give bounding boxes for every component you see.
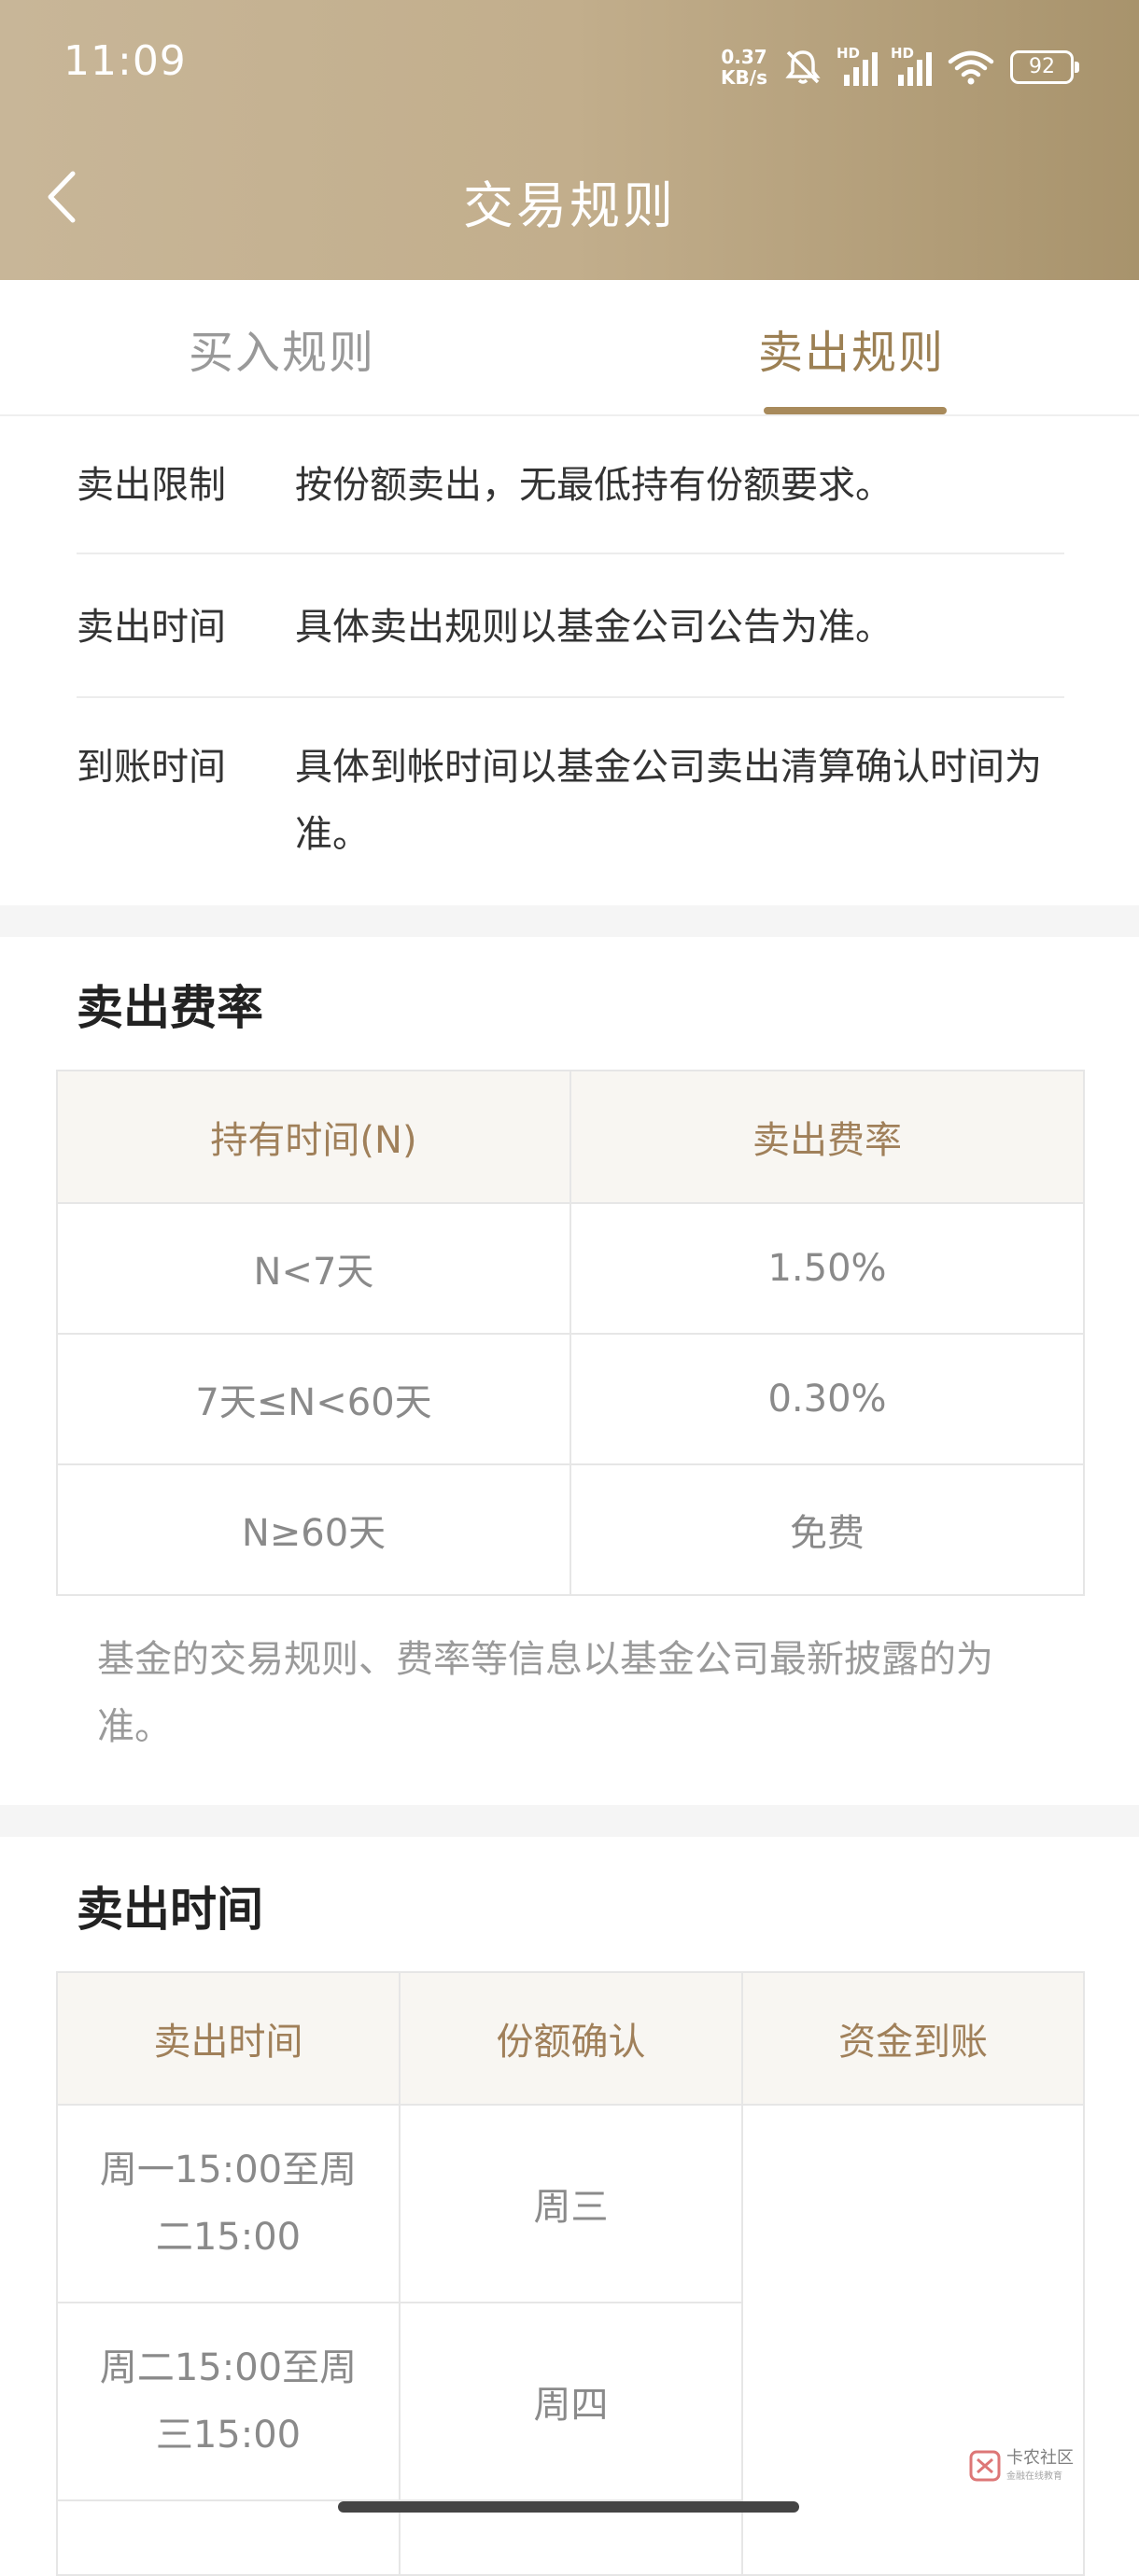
table-header-row: 持有时间(N) 卖出费率 <box>56 1070 1085 1204</box>
cell-sell-time: 周一15:00至周二15:00 <box>56 2104 401 2303</box>
rule-value: 按份额卖出，无最低持有份额要求。 <box>295 464 893 507</box>
tab-sell-rules[interactable]: 卖出规则 <box>758 315 945 381</box>
cell-confirm: 周三 <box>399 2104 743 2303</box>
status-icons: 0.37 KB/s HD HD 92 <box>721 39 1079 95</box>
cell-hold-time: N<7天 <box>56 1202 571 1335</box>
cell-signal-2-icon: HD <box>891 45 932 86</box>
cell-fee: 1.50% <box>570 1202 1085 1335</box>
rule-row-arrival-time: 到账时间 具体到帐时间以基金公司卖出清算确认时间为准。 <box>77 734 1064 868</box>
fee-note: 基金的交易规则、费率等信息以基金公司最新披露的为准。 <box>97 1638 993 1748</box>
time-section-title: 卖出时间 <box>77 1883 263 1937</box>
cell-confirm: 周四 <box>399 2302 743 2501</box>
divider <box>77 553 1064 554</box>
header-hold-time: 持有时间(N) <box>56 1070 571 1204</box>
active-tab-indicator <box>764 407 947 414</box>
watermark-icon <box>969 2450 1001 2481</box>
watermark-logo: 卡农社区 金融在线教育 <box>969 2449 1074 2482</box>
tab-bar: 买入规则 卖出规则 <box>0 280 1139 416</box>
rule-label: 到账时间 <box>77 746 226 789</box>
cell-sell-time: 周二15:00至周三15:00 <box>56 2302 401 2501</box>
rule-row-sell-limit: 卖出限制 按份额卖出，无最低持有份额要求。 <box>77 452 1064 519</box>
table-row: 7天≤N<60天 0.30% <box>56 1333 1085 1465</box>
sell-time-table: 卖出时间 份额确认 资金到账 周一15:00至周二15:00 周三 周二15:0… <box>56 1971 1085 2576</box>
fee-table: 持有时间(N) 卖出费率 N<7天 1.50% 7天≤N<60天 0.30% N… <box>56 1070 1085 1596</box>
cell-hold-time: N≥60天 <box>56 1463 571 1596</box>
rule-value: 具体到帐时间以基金公司卖出清算确认时间为准。 <box>295 746 1042 856</box>
app-header: 11:09 0.37 KB/s HD HD 92 交易规则 <box>0 0 1139 280</box>
home-indicator[interactable] <box>338 2501 799 2513</box>
hd-label-1: HD <box>837 45 861 62</box>
cell-signal-1-icon: HD <box>837 45 878 86</box>
network-speed-value: 0.37 <box>721 46 767 68</box>
cell-hold-time: 7天≤N<60天 <box>56 1333 571 1465</box>
header-share-confirm: 份额确认 <box>399 1971 743 2106</box>
cell-fee: 免费 <box>570 1463 1085 1596</box>
rule-row-sell-time: 卖出时间 具体卖出规则以基金公司公告为准。 <box>77 594 1064 661</box>
cell-fee: 0.30% <box>570 1333 1085 1465</box>
hd-label-2: HD <box>891 45 915 62</box>
header-sell-time: 卖出时间 <box>56 1971 401 2106</box>
fee-section-title: 卖出费率 <box>77 981 263 1035</box>
table-header-row: 卖出时间 份额确认 资金到账 <box>56 1971 1085 2106</box>
table-row: N≥60天 免费 <box>56 1463 1085 1596</box>
header-funds-arrival: 资金到账 <box>741 1971 1085 2106</box>
rule-label: 卖出限制 <box>77 464 226 507</box>
tab-buy-rules[interactable]: 买入规则 <box>189 315 375 381</box>
table-row: N<7天 1.50% <box>56 1202 1085 1335</box>
header-sell-fee: 卖出费率 <box>570 1070 1085 1204</box>
bell-muted-icon <box>785 50 821 84</box>
rule-label: 卖出时间 <box>77 606 226 649</box>
section-separator <box>0 905 1139 937</box>
network-speed-unit: KB/s <box>721 66 767 89</box>
watermark-subtext: 金融在线教育 <box>1006 2471 1062 2482</box>
section-separator <box>0 1805 1139 1837</box>
divider <box>77 696 1064 698</box>
table-row: 周一15:00至周二15:00 周三 <box>56 2104 1085 2576</box>
page-title: 交易规则 <box>463 176 676 235</box>
watermark-text: 卡农社区 <box>1006 2448 1074 2468</box>
status-time: 11:09 <box>63 37 187 85</box>
rule-value: 具体卖出规则以基金公司公告为准。 <box>295 606 893 649</box>
wifi-icon <box>948 50 994 85</box>
network-speed: 0.37 KB/s <box>721 47 767 88</box>
battery-icon: 92 <box>1010 50 1079 84</box>
